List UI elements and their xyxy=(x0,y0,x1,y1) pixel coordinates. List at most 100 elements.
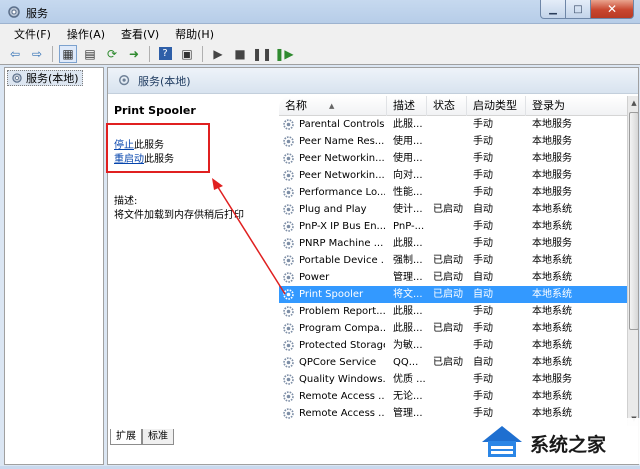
table-row[interactable]: Print Spooler 将文... 已启动 自动 本地系统 xyxy=(279,286,627,303)
table-row[interactable]: Protected Storage 为敏... 手动 本地系统 xyxy=(279,337,627,354)
cell-startup: 手动 xyxy=(473,221,493,232)
cell-name: Protected Storage xyxy=(299,340,385,351)
cell-startup: 手动 xyxy=(473,374,493,385)
service-gear-icon xyxy=(283,306,294,317)
table-row[interactable]: Performance Lo... 性能... 手动 本地服务 xyxy=(279,184,627,201)
cell-name: Peer Networkin... xyxy=(299,153,385,164)
cell-logon: 本地系统 xyxy=(532,323,572,334)
table-row[interactable]: Power 管理... 已启动 自动 本地系统 xyxy=(279,269,627,286)
table-row[interactable]: QPCore Service QQ... 已启动 自动 本地系统 xyxy=(279,354,627,371)
service-gear-icon xyxy=(283,323,294,334)
cell-startup: 手动 xyxy=(473,323,493,334)
table-row[interactable]: PNRP Machine ... 此服... 手动 本地服务 xyxy=(279,235,627,252)
close-button[interactable]: ✕ xyxy=(591,0,634,19)
cell-startup: 手动 xyxy=(473,136,493,147)
scrollbar-thumb[interactable] xyxy=(629,112,638,330)
properties-button[interactable]: ▤ xyxy=(81,45,99,63)
tab-standard[interactable]: 标准 xyxy=(142,429,174,445)
console-tree: 服务(本地) xyxy=(4,67,104,465)
table-row[interactable]: PnP-X IP Bus En... PnP-... 手动 本地系统 xyxy=(279,218,627,235)
export-list-button[interactable]: ➜ xyxy=(125,45,143,63)
cell-logon: 本地系统 xyxy=(532,340,572,351)
cell-desc: 管理... xyxy=(393,408,423,419)
cell-logon: 本地系统 xyxy=(532,357,572,368)
service-gear-icon xyxy=(283,289,294,300)
cell-status xyxy=(433,371,469,388)
table-row[interactable]: Remote Access ... 无论... 手动 本地系统 xyxy=(279,388,627,405)
table-row[interactable]: Portable Device ... 强制... 已启动 手动 本地系统 xyxy=(279,252,627,269)
service-gear-icon xyxy=(283,255,294,266)
service-gear-icon xyxy=(283,170,294,181)
service-detail-name: Print Spooler xyxy=(114,104,196,117)
menu-action[interactable]: 操作(A) xyxy=(59,26,113,42)
cell-logon: 本地系统 xyxy=(532,272,572,283)
help-button[interactable]: ? xyxy=(156,45,174,63)
cell-desc: 此服... xyxy=(393,306,423,317)
toolbar-separator xyxy=(52,45,53,62)
cell-logon: 本地服务 xyxy=(532,136,572,147)
cell-name: Remote Access ... xyxy=(299,391,385,402)
cell-logon: 本地系统 xyxy=(532,289,572,300)
column-header-startup-type[interactable]: 启动类型 xyxy=(467,96,526,116)
scroll-up-icon[interactable]: ▲ xyxy=(628,96,638,110)
column-header-label: 名称 xyxy=(285,99,307,112)
cell-name: QPCore Service xyxy=(299,357,377,368)
cell-desc: 管理... xyxy=(393,272,423,283)
stop-service-button[interactable]: ■ xyxy=(231,45,249,63)
cell-status: 已启动 xyxy=(433,272,463,283)
service-gear-icon xyxy=(283,119,294,130)
search-gear-icon xyxy=(119,74,130,85)
cell-status: 已启动 xyxy=(433,289,463,300)
cell-logon: 本地服务 xyxy=(532,187,572,198)
table-row[interactable]: Quality Windows... 优质 ... 手动 本地服务 xyxy=(279,371,627,388)
pause-service-button[interactable]: ❚❚ xyxy=(252,45,272,63)
maximize-icon: □ xyxy=(573,3,583,15)
start-service-button[interactable]: ▶ xyxy=(209,45,227,63)
column-header-description[interactable]: 描述 xyxy=(387,96,427,116)
table-row[interactable]: Peer Name Res... 使用... 手动 本地服务 xyxy=(279,133,627,150)
table-row[interactable]: Plug and Play 使计... 已启动 自动 本地系统 xyxy=(279,201,627,218)
service-gear-icon xyxy=(283,374,294,385)
table-row[interactable]: Problem Report... 此服... 手动 本地系统 xyxy=(279,303,627,320)
cell-desc: PnP-... xyxy=(393,221,425,232)
cell-status: 已启动 xyxy=(433,357,463,368)
forward-button[interactable]: ⇨ xyxy=(28,45,46,63)
minimize-button[interactable]: ▁ xyxy=(540,0,566,19)
cell-name: Peer Networkin... xyxy=(299,170,385,181)
restart-service-button[interactable]: ❚▶ xyxy=(274,45,293,63)
table-row[interactable]: Program Compa... 此服... 已启动 手动 本地系统 xyxy=(279,320,627,337)
menu-help[interactable]: 帮助(H) xyxy=(167,26,222,42)
cell-startup: 手动 xyxy=(473,170,493,181)
tree-item-services-local[interactable]: 服务(本地) xyxy=(7,70,83,86)
vertical-scrollbar[interactable]: ▲ ▼ xyxy=(627,96,638,426)
tab-extended[interactable]: 扩展 xyxy=(110,429,142,445)
table-row[interactable]: Peer Networkin... 向对... 手动 本地服务 xyxy=(279,167,627,184)
cell-name: Quality Windows... xyxy=(299,374,385,385)
menu-file[interactable]: 文件(F) xyxy=(6,26,59,42)
cell-desc: 优质 ... xyxy=(393,374,426,385)
cell-startup: 手动 xyxy=(473,340,493,351)
mmc-button[interactable]: ▣ xyxy=(178,45,196,63)
cell-status xyxy=(433,388,469,405)
refresh-button[interactable]: ⟳ xyxy=(103,45,121,63)
cell-logon: 本地服务 xyxy=(532,153,572,164)
service-gear-icon xyxy=(283,238,294,249)
table-row[interactable]: Peer Networkin... 使用... 手动 本地服务 xyxy=(279,150,627,167)
menu-view[interactable]: 查看(V) xyxy=(113,26,167,42)
show-tree-button[interactable]: ▦ xyxy=(59,44,77,63)
maximize-button[interactable]: □ xyxy=(566,0,591,19)
cell-desc: 使计... xyxy=(393,204,423,215)
column-header-logon[interactable]: 登录为 xyxy=(526,96,627,116)
column-header-name[interactable]: ▲ 名称 xyxy=(279,96,387,116)
cell-logon: 本地服务 xyxy=(532,238,572,249)
view-tabs: 扩展 标准 xyxy=(110,429,174,445)
back-button[interactable]: ⇦ xyxy=(6,45,24,63)
cell-startup: 手动 xyxy=(473,238,493,249)
table-row[interactable]: Parental Controls 此服... 手动 本地服务 xyxy=(279,116,627,133)
cell-desc: 向对... xyxy=(393,170,423,181)
column-header-status[interactable]: 状态 xyxy=(427,96,467,116)
cell-logon: 本地系统 xyxy=(532,391,572,402)
column-header-label: 登录为 xyxy=(532,99,565,112)
cell-status xyxy=(433,133,469,150)
cell-status xyxy=(433,150,469,167)
